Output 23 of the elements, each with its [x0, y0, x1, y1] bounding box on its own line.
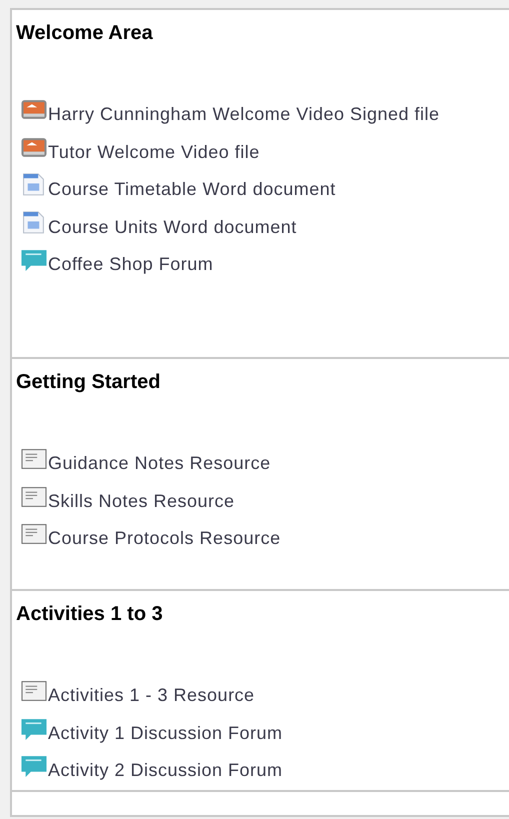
- speech-bubble-icon: [20, 716, 48, 740]
- page-icon: [20, 447, 48, 471]
- activity-link[interactable]: Course Units Word document: [48, 216, 297, 236]
- activity-link[interactable]: Activities 1 - 3 Resource: [48, 685, 255, 705]
- section-heading: Getting Started: [16, 370, 162, 395]
- activity-link[interactable]: Course Timetable Word document: [48, 179, 336, 199]
- activity-link[interactable]: Tutor Welcome Video file: [48, 142, 260, 162]
- speech-bubble-icon: [20, 248, 48, 272]
- activity-link[interactable]: Harry Cunningham Welcome Video Signed file: [48, 104, 440, 124]
- page-icon: [20, 484, 48, 508]
- activity-link[interactable]: Course Protocols Resource: [48, 528, 281, 548]
- video-icon: [20, 98, 48, 122]
- speech-bubble-icon: [20, 754, 48, 778]
- activity-link[interactable]: Guidance Notes Resource: [48, 453, 271, 473]
- page-icon: [20, 522, 48, 546]
- activity-link[interactable]: Activity 1 Discussion Forum: [48, 722, 283, 742]
- activity-link[interactable]: Activity 2 Discussion Forum: [48, 760, 283, 780]
- activity-link[interactable]: Coffee Shop Forum: [48, 254, 214, 274]
- section-heading: Activities 1 to 3: [16, 602, 164, 627]
- page-icon: [20, 679, 48, 703]
- section-heading: Welcome Area: [16, 21, 154, 46]
- activity-link[interactable]: Skills Notes Resource: [48, 490, 235, 510]
- video-icon: [20, 136, 48, 160]
